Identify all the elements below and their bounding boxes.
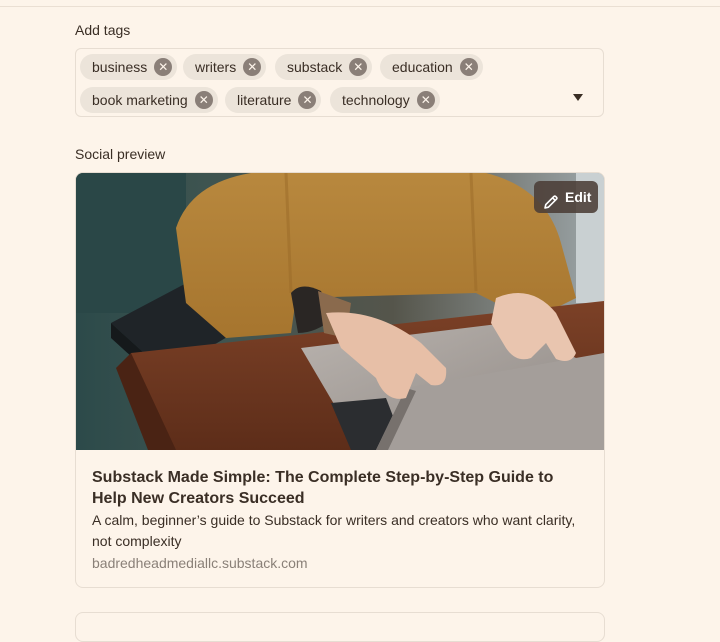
tag-chip: literature ✕: [225, 87, 322, 113]
tag-chip: writers ✕: [183, 54, 267, 80]
social-preview-label: Social preview: [75, 146, 166, 162]
pencil-icon: [543, 189, 559, 221]
caret-down-icon[interactable]: [573, 94, 583, 101]
edit-image-button[interactable]: Edit: [534, 181, 598, 213]
remove-tag-icon[interactable]: ✕: [243, 58, 262, 76]
tag-label: book marketing: [92, 92, 188, 108]
preview-description: A calm, beginner’s guide to Substack for…: [92, 512, 576, 549]
tags-label: Add tags: [75, 22, 131, 38]
remove-tag-icon[interactable]: ✕: [298, 91, 317, 109]
social-preview-card: Edit Substack Made Simple: The Complete …: [75, 172, 605, 588]
remove-tag-icon[interactable]: ✕: [459, 58, 478, 76]
remove-tag-icon[interactable]: ✕: [349, 58, 368, 76]
remove-tag-icon[interactable]: ✕: [154, 58, 173, 76]
tag-label: writers: [195, 59, 237, 75]
preview-title: Substack Made Simple: The Complete Step-…: [92, 469, 554, 507]
tag-label: business: [92, 59, 148, 75]
tag-label: literature: [237, 92, 292, 108]
tag-chip: book marketing ✕: [80, 87, 218, 113]
remove-tag-icon[interactable]: ✕: [194, 91, 213, 109]
tag-chip: technology ✕: [330, 87, 440, 113]
top-divider: [0, 6, 720, 7]
tag-label: substack: [287, 59, 343, 75]
tag-label: technology: [342, 92, 410, 108]
tag-chip: education ✕: [380, 54, 483, 80]
tag-chip: business ✕: [80, 54, 178, 80]
tag-chip: substack ✕: [275, 54, 373, 80]
preview-image: Edit: [76, 173, 604, 450]
remove-tag-icon[interactable]: ✕: [416, 91, 435, 109]
edit-label: Edit: [565, 189, 592, 205]
next-section-card: [75, 612, 605, 642]
preview-domain: badredheadmediallc.substack.com: [92, 555, 308, 571]
tag-label: education: [392, 59, 453, 75]
tags-input[interactable]: business ✕ writers ✕ substack ✕ educatio…: [75, 48, 604, 117]
